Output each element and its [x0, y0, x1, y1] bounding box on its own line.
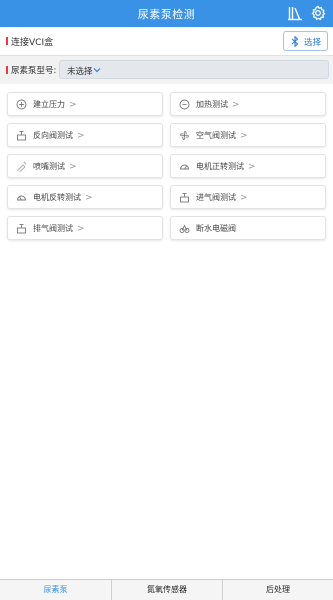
- tab-urea-pump[interactable]: 尿素泵: [0, 580, 111, 600]
- test-card-label: 排气阀测试: [33, 224, 73, 233]
- vci-connection-row: 连接VCI盒 选择: [0, 27, 333, 56]
- valve-icon: [16, 130, 27, 141]
- gear-icon[interactable]: [310, 5, 326, 21]
- select-vci-button-label: 选择: [304, 38, 322, 48]
- vci-label: 连接VCI盒: [11, 38, 54, 48]
- test-grid: 建立压力 > 加热测试 > 反向阀测试 > 空气阀测试 > 喷嘴测试 > 电机正…: [0, 84, 333, 579]
- test-card-label: 电机正转测试: [196, 162, 244, 171]
- pump-model-value: 未选择: [67, 67, 93, 77]
- chevron-down-icon: [93, 66, 101, 74]
- test-card-label: 空气阀测试: [196, 131, 236, 140]
- pump-model-select[interactable]: 未选择: [59, 60, 329, 79]
- solenoid-icon: [179, 223, 190, 234]
- pump-model-row: 尿素泵型号: 未选择: [0, 56, 333, 84]
- gauge-icon: [179, 161, 190, 172]
- chevron-right-icon: >: [69, 100, 77, 110]
- test-card-air-valve[interactable]: 空气阀测试 >: [170, 123, 326, 147]
- chevron-right-icon: >: [240, 131, 248, 141]
- chevron-right-icon: >: [248, 162, 256, 172]
- chevron-right-icon: >: [69, 162, 77, 172]
- library-icon[interactable]: [287, 5, 303, 21]
- bluetooth-icon: [290, 36, 300, 47]
- test-card-label: 反向阀测试: [33, 131, 73, 140]
- heat-icon: [179, 99, 190, 110]
- pressure-icon: [16, 99, 27, 110]
- select-vci-button[interactable]: 选择: [283, 31, 328, 51]
- test-card-label: 电机反转测试: [33, 193, 81, 202]
- nozzle-icon: [16, 161, 27, 172]
- fan-icon: [179, 130, 190, 141]
- test-card-label: 进气阀测试: [196, 193, 236, 202]
- chevron-right-icon: >: [77, 224, 85, 234]
- chevron-right-icon: >: [77, 131, 85, 141]
- test-card-reverse-valve[interactable]: 反向阀测试 >: [7, 123, 163, 147]
- test-card-motor-reverse[interactable]: 电机反转测试 >: [7, 185, 163, 209]
- bottom-tab-bar: 尿素泵 氮氧传感器 后处理: [0, 579, 333, 600]
- test-card-intake-valve[interactable]: 进气阀测试 >: [170, 185, 326, 209]
- test-card-water-solenoid[interactable]: 断水电磁阀: [170, 216, 326, 240]
- test-card-label: 断水电磁阀: [196, 224, 236, 233]
- page-title: 尿素泵检测: [137, 8, 196, 21]
- chevron-right-icon: >: [232, 100, 240, 110]
- test-card-heating[interactable]: 加热测试 >: [170, 92, 326, 116]
- gauge-icon: [16, 192, 27, 203]
- app-header: 尿素泵检测: [0, 0, 333, 27]
- section-marker: [6, 37, 8, 45]
- section-marker: [6, 66, 8, 74]
- test-card-label: 加热测试: [196, 100, 228, 109]
- tab-after-treatment[interactable]: 后处理: [223, 580, 333, 600]
- test-card-build-pressure[interactable]: 建立压力 >: [7, 92, 163, 116]
- valve-icon: [16, 223, 27, 234]
- test-card-exhaust-valve[interactable]: 排气阀测试 >: [7, 216, 163, 240]
- tab-nox-sensor[interactable]: 氮氧传感器: [112, 580, 222, 600]
- chevron-right-icon: >: [240, 193, 248, 203]
- chevron-right-icon: >: [85, 193, 93, 203]
- valve-icon: [179, 192, 190, 203]
- test-card-label: 建立压力: [33, 100, 65, 109]
- test-card-label: 喷嘴测试: [33, 162, 65, 171]
- pump-model-label: 尿素泵型号:: [11, 66, 57, 76]
- test-card-nozzle[interactable]: 喷嘴测试 >: [7, 154, 163, 178]
- app-root: 尿素泵检测 连接VCI盒 选择 尿素泵型号: 未选择 建立压力 > 加热测试 >…: [0, 0, 333, 600]
- test-card-motor-forward[interactable]: 电机正转测试 >: [170, 154, 326, 178]
